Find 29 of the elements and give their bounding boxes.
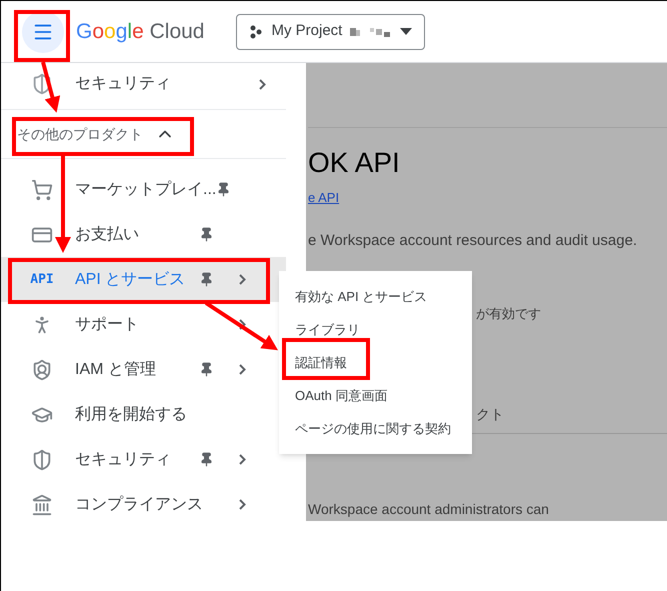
description-text: e Workspace account resources and audit usage. <box>308 230 638 250</box>
api-icon: API <box>30 270 54 290</box>
body-text: クト <box>476 404 505 424</box>
bank-icon <box>31 494 53 516</box>
pin-icon[interactable] <box>198 452 214 467</box>
shield-icon <box>31 448 53 470</box>
pin-icon[interactable] <box>198 227 214 242</box>
sidebar-item[interactable]: お支払い <box>1 212 286 257</box>
sidebar-item[interactable]: マーケットプレイ... <box>1 167 286 212</box>
shield-user-icon <box>31 358 53 380</box>
caret-icon <box>400 28 412 35</box>
project-selector[interactable]: My Project <box>236 14 426 50</box>
blurred-text-drawing <box>350 26 392 36</box>
shield-icon <box>31 73 53 95</box>
status-text: が有効です <box>476 305 542 323</box>
pin-icon[interactable] <box>198 272 214 287</box>
highlight-frame <box>14 10 70 62</box>
cart-icon <box>31 178 53 200</box>
body-text: Workspace account administrators can <box>308 500 550 519</box>
sidebar-item[interactable]: セキュリティ <box>1 63 306 105</box>
page-title: OK API <box>308 146 401 180</box>
arrow <box>41 61 60 113</box>
pin-icon[interactable] <box>198 362 214 377</box>
sidebar-item[interactable]: コンプライアンス <box>1 482 286 527</box>
logo: Google Cloud <box>76 18 204 45</box>
project-icon <box>249 24 264 38</box>
api-link[interactable]: e API <box>308 188 340 208</box>
pin-icon[interactable] <box>216 182 232 197</box>
section-toggle[interactable]: その他のプロダクト <box>1 109 286 159</box>
